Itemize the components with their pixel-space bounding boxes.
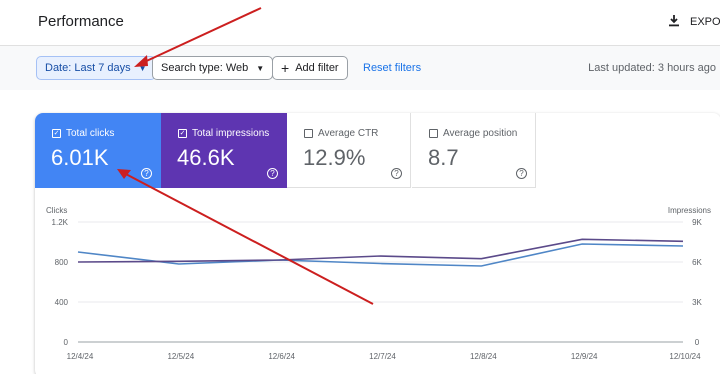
x-axis-tick: 12/9/24	[571, 352, 598, 361]
performance-page: Performance EXPOR Date: Last 7 days ▼ Se…	[0, 0, 720, 374]
left-axis-tick: 800	[55, 258, 69, 267]
left-axis-label: Clicks	[46, 206, 67, 215]
left-axis-tick: 1.2K	[52, 218, 69, 227]
performance-line-chart: 1.2K 9K 800 6K 400 3K 0 0 Clicks Impressions 12/4/…	[46, 206, 711, 361]
x-axis-tick: 12/5/24	[167, 352, 194, 361]
x-axis-tick: 12/8/24	[470, 352, 497, 361]
right-axis-tick: 9K	[692, 218, 702, 227]
x-axis-tick: 12/6/24	[268, 352, 295, 361]
x-axis-tick: 12/7/24	[369, 352, 396, 361]
x-axis-tick: 12/4/24	[67, 352, 94, 361]
series-line-total-clicks	[77, 243, 684, 267]
right-axis-tick: 3K	[692, 298, 702, 307]
left-axis-tick: 0	[64, 338, 69, 347]
right-axis-tick: 0	[695, 338, 700, 347]
right-axis-tick: 6K	[692, 258, 702, 267]
x-axis-tick: 12/10/24	[669, 352, 701, 361]
right-axis-label: Impressions	[668, 206, 711, 215]
left-axis-tick: 400	[55, 298, 69, 307]
series-line-total-impressions	[77, 238, 684, 263]
